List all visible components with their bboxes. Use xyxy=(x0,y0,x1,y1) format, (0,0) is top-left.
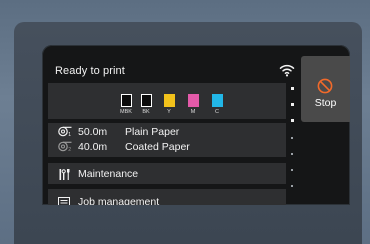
ink-m-chip xyxy=(187,94,199,107)
ink-c-chip xyxy=(211,94,223,107)
maintenance-button[interactable]: Maintenance xyxy=(48,163,286,184)
printer-status-text: Ready to print xyxy=(55,65,125,77)
ink-m: M xyxy=(187,94,199,115)
ink-bk-label: BK xyxy=(142,109,150,115)
job-management-label: Job management xyxy=(78,196,160,205)
svg-text:1: 1 xyxy=(68,132,71,137)
stop-button[interactable]: Stop xyxy=(301,56,350,122)
maintenance-label: Maintenance xyxy=(78,168,139,180)
ink-c-label: C xyxy=(215,109,219,115)
ink-bk-chip xyxy=(140,94,152,107)
roll-1-paper-type: Plain Paper xyxy=(125,126,180,138)
svg-text:2: 2 xyxy=(68,147,71,152)
job-list-icon xyxy=(58,197,70,205)
stop-button-label: Stop xyxy=(314,97,337,109)
ink-bk: BK xyxy=(140,94,152,115)
ink-c: C xyxy=(211,94,223,115)
ink-mbk: MBK xyxy=(120,94,132,115)
roll-2-icon: 2 xyxy=(58,141,72,152)
roll-1-length: 50.0m xyxy=(78,126,108,138)
job-management-button[interactable]: Job management xyxy=(48,189,286,205)
printer-touchscreen: Ready to print Stop MBK BK Y M C 1 50.0m… xyxy=(42,45,350,205)
ink-y: Y xyxy=(163,94,175,115)
stop-icon xyxy=(317,78,333,94)
roll-2-paper-type: Coated Paper xyxy=(125,141,190,153)
ink-m-label: M xyxy=(190,109,196,115)
wifi-icon xyxy=(279,64,295,77)
ink-levels-panel[interactable]: MBK BK Y M C xyxy=(48,83,286,119)
ink-mbk-chip xyxy=(120,94,132,107)
ink-mbk-label: MBK xyxy=(120,109,132,115)
page-indicator xyxy=(290,85,297,205)
paper-panel[interactable]: 1 50.0m Plain Paper 2 40.0m Coated Paper xyxy=(48,123,286,157)
ink-y-chip xyxy=(163,94,175,107)
roll-1-icon: 1 xyxy=(58,126,72,137)
ink-y-label: Y xyxy=(167,109,171,115)
tools-icon xyxy=(59,169,70,180)
roll-2-length: 40.0m xyxy=(78,141,108,153)
